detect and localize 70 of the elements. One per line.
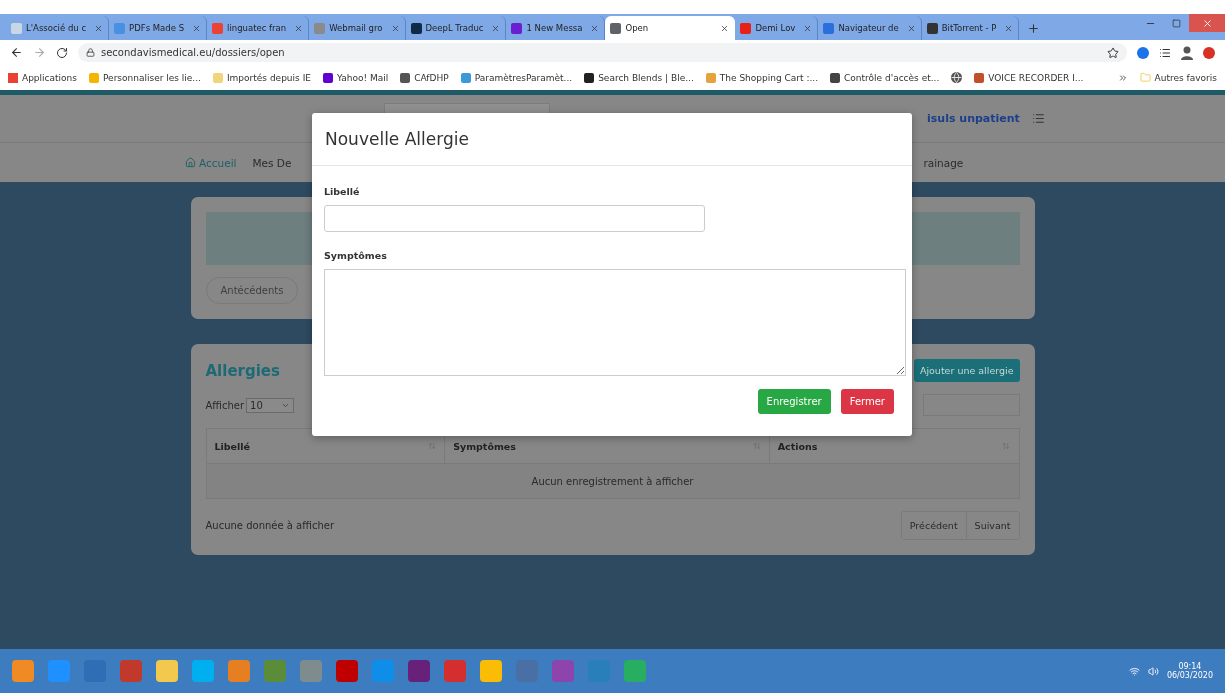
wifi-icon[interactable] — [1128, 665, 1140, 677]
bookmark-link[interactable]: Contrôle d'accès et... — [830, 72, 940, 83]
chevrons-right-icon[interactable] — [1117, 72, 1128, 83]
close-icon[interactable] — [491, 23, 501, 33]
bookmark-link[interactable]: VOICE RECORDER I... — [974, 72, 1084, 83]
plus-icon[interactable] — [1027, 22, 1041, 35]
field-label: Symptômes — [324, 250, 388, 261]
forward-arrow-icon[interactable] — [33, 46, 46, 59]
star-icon[interactable] — [1107, 46, 1119, 59]
bookmark-link[interactable]: Search Blends | Ble... — [584, 72, 694, 83]
close-icon[interactable] — [294, 23, 304, 33]
app-icon[interactable] — [372, 660, 394, 682]
bookmark-link[interactable]: Yahoo! Mail — [322, 72, 389, 83]
close-icon[interactable] — [192, 23, 202, 33]
list-icon[interactable] — [1159, 46, 1171, 59]
sort-icon — [752, 442, 761, 450]
app-icon[interactable] — [12, 660, 34, 682]
page-size-select[interactable]: 10 — [246, 397, 294, 413]
app-icon[interactable] — [228, 660, 250, 682]
circle-icon[interactable] — [1137, 46, 1149, 59]
bookmark-link[interactable]: Applications — [8, 72, 77, 83]
folder-icon — [1139, 72, 1151, 83]
close-icon[interactable] — [1004, 23, 1014, 33]
app-icon[interactable] — [48, 660, 70, 682]
card-title: Allergies — [205, 361, 280, 380]
app-icon[interactable] — [192, 660, 214, 682]
sort-icon — [428, 442, 437, 450]
bookmark-link[interactable]: ParamètresParamèt... — [460, 72, 573, 83]
app-icon[interactable] — [156, 660, 178, 682]
table-info: Aucune donnée à afficher — [205, 520, 334, 531]
modal-title: Nouvelle Allergie — [312, 113, 912, 166]
nav-link[interactable]: Mes De — [252, 156, 292, 169]
close-icon[interactable] — [590, 23, 600, 33]
app-icon[interactable] — [552, 660, 574, 682]
bookmark-link[interactable]: Autres favoris — [1139, 72, 1217, 83]
input-field[interactable] — [324, 205, 705, 232]
close-icon[interactable] — [720, 23, 730, 33]
app-icon[interactable] — [408, 660, 430, 682]
nav-link[interactable]: rainage — [923, 156, 964, 169]
lock-icon — [86, 48, 95, 57]
speaker-icon[interactable] — [1147, 665, 1159, 677]
bookmark-link[interactable]: CAfDHP — [400, 72, 449, 83]
bookmark-link[interactable]: Personnaliser les lie... — [89, 72, 201, 83]
address-bar[interactable]: secondavismedical.eu/dossiers/open — [78, 43, 1127, 62]
close-icon[interactable] — [803, 23, 813, 33]
sort-icon — [1002, 442, 1011, 450]
clock[interactable]: 09:14 06/03/2020 — [1166, 662, 1213, 680]
show-label: Afficher — [205, 399, 245, 411]
app-icon[interactable] — [300, 660, 322, 682]
globe-icon[interactable] — [951, 72, 963, 83]
empty-table-message: Aucun enregistrement à afficher — [206, 463, 1019, 498]
app-icon[interactable] — [480, 660, 502, 682]
add-button[interactable]: Ajouter une allergie — [913, 359, 1020, 382]
close-icon[interactable] — [906, 23, 916, 33]
close-icon[interactable] — [390, 23, 400, 33]
browser-tab[interactable]: Open — [605, 16, 736, 40]
column-header[interactable]: Actions — [769, 429, 1019, 463]
text-area[interactable] — [324, 269, 906, 376]
pager-button[interactable]: Précédent — [901, 512, 967, 539]
avatar-icon[interactable] — [1181, 45, 1193, 60]
close-icon[interactable] — [94, 23, 104, 33]
app-icon[interactable] — [624, 660, 646, 682]
home-icon — [185, 157, 196, 168]
close-button[interactable]: Fermer — [840, 389, 894, 414]
circle-icon[interactable] — [1203, 46, 1215, 59]
back-arrow-icon[interactable] — [10, 46, 23, 59]
reload-icon[interactable] — [56, 46, 68, 59]
bookmark-link[interactable]: The Shopping Cart :... — [705, 72, 818, 83]
field-label: Libellé — [324, 186, 361, 197]
bookmark-link[interactable]: Importés depuis IE — [212, 72, 311, 83]
